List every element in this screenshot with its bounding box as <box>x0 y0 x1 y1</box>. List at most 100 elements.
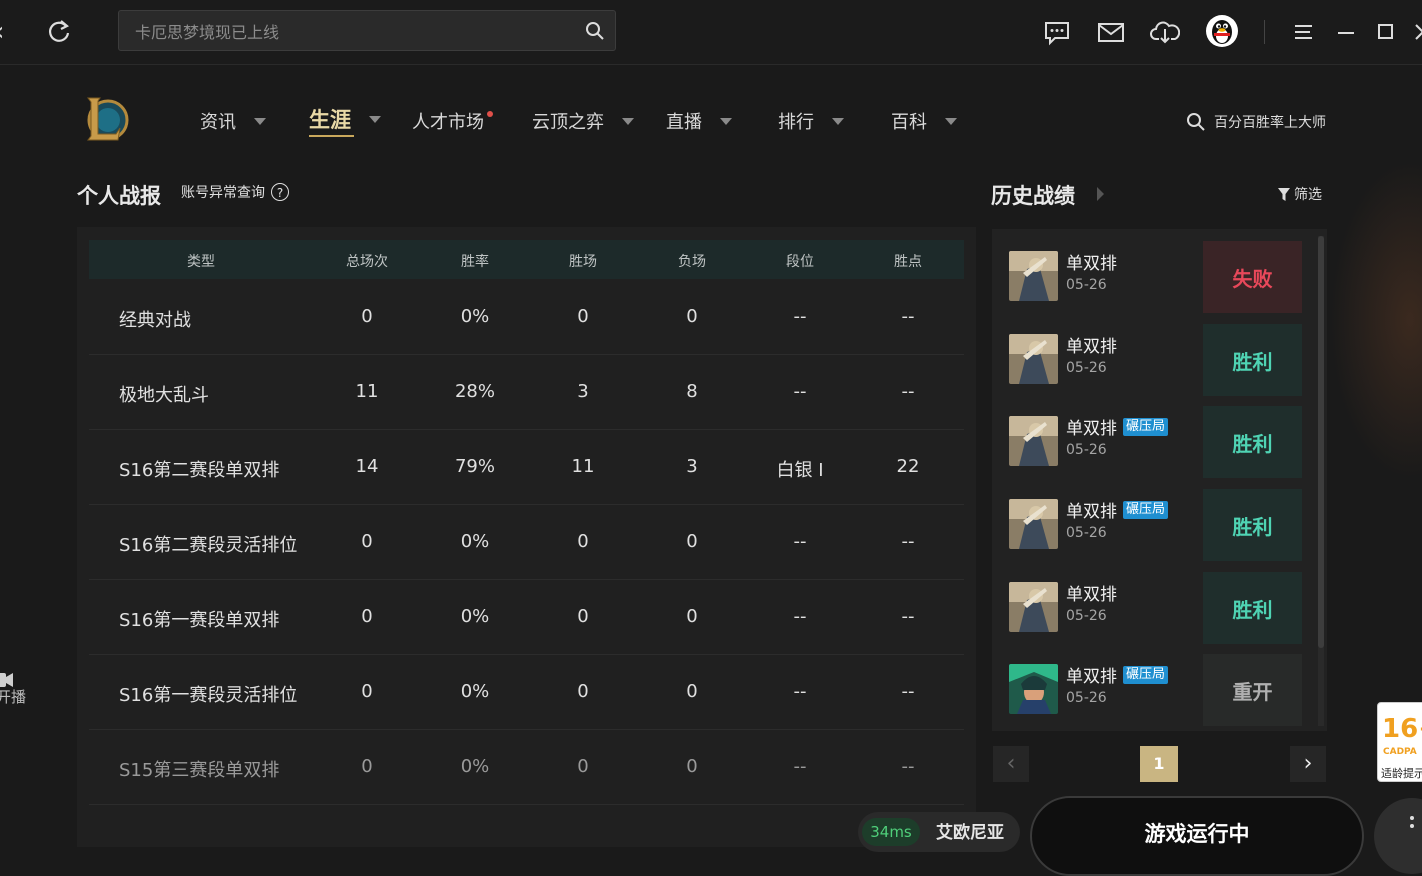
champion-portrait <box>1009 499 1058 549</box>
current-page[interactable]: 1 <box>1140 746 1178 782</box>
cell-type: S16第二赛段灵活排位 <box>119 535 298 556</box>
match-item[interactable]: 单双排 05-26 胜利 <box>1000 324 1302 396</box>
chevron-right-icon[interactable] <box>1097 187 1104 201</box>
nav-tft-label: 云顶之弈 <box>532 112 604 133</box>
stomp-badge: 碾压局 <box>1123 665 1169 684</box>
cell-losses: 3 <box>686 456 698 477</box>
account-abnormal-link[interactable]: 账号异常查询 ? <box>181 182 289 202</box>
cell-type: S15第三赛段单双排 <box>119 760 280 781</box>
dot <box>1410 824 1414 828</box>
more-options-button[interactable] <box>1374 798 1422 874</box>
match-mode-label: 单双排 <box>1066 254 1117 274</box>
match-mode: 单双排 <box>1066 580 1117 605</box>
chat-icon[interactable] <box>1042 17 1072 47</box>
server-status[interactable]: 34ms 艾欧尼亚 <box>858 812 1020 852</box>
champion-portrait <box>1009 664 1058 714</box>
nav-tft[interactable]: 云顶之弈 <box>532 106 634 136</box>
age-rating-org: CADPA <box>1383 747 1417 757</box>
nav-talent-market[interactable]: 人才市场 <box>412 106 484 136</box>
stomp-badge: 碾压局 <box>1123 417 1169 436</box>
cell-winrate: 0% <box>460 306 490 327</box>
chevron-down-icon <box>720 117 732 125</box>
table-row[interactable]: S16第一赛段灵活排位 0 0% 0 0 -- -- <box>89 654 964 730</box>
table-row[interactable]: 极地大乱斗 11 28% 3 8 -- -- <box>89 354 964 430</box>
cell-rank: -- <box>793 756 807 777</box>
table-row[interactable]: 经典对战 0 0% 0 0 -- -- <box>89 279 964 355</box>
global-search[interactable] <box>118 10 616 51</box>
cell-wins: 0 <box>577 756 589 777</box>
nav-career[interactable]: 生涯 <box>309 104 381 137</box>
ping-value: 34ms <box>862 818 920 846</box>
minimize-icon[interactable] <box>1331 17 1361 47</box>
search-input[interactable] <box>133 19 577 45</box>
cell-total: 0 <box>361 606 373 627</box>
download-icon[interactable] <box>1150 17 1180 47</box>
cell-winrate: 0% <box>460 756 490 777</box>
col-lp: 胜点 <box>894 254 922 270</box>
match-mode: 单双排 碾压局 <box>1066 662 1169 687</box>
table-row[interactable]: S16第二赛段灵活排位 0 0% 0 0 -- -- <box>89 504 964 580</box>
close-icon[interactable] <box>1408 17 1422 47</box>
match-mode-label: 单双排 <box>1066 502 1117 522</box>
match-item[interactable]: 单双排 碾压局 05-26 胜利 <box>1000 489 1302 561</box>
refresh-icon[interactable] <box>44 17 74 47</box>
nav-news[interactable]: 资讯 <box>200 106 266 136</box>
nav-talent-label: 人才市场 <box>412 112 484 133</box>
cell-type: S16第二赛段单双排 <box>119 460 280 481</box>
game-running-button[interactable]: 游戏运行中 <box>1030 796 1364 876</box>
age-rating-badge: 16+ CADPA 适龄提示 <box>1377 702 1422 782</box>
history-title[interactable]: 历史战绩 <box>991 180 1075 210</box>
match-item[interactable]: 单双排 05-26 失败 <box>1000 241 1302 313</box>
cell-lp: 22 <box>896 456 920 477</box>
go-live-label[interactable]: 开播 <box>0 686 26 707</box>
dot <box>1410 816 1414 820</box>
table-row[interactable]: S15第三赛段单双排 0 0% 0 0 -- -- <box>89 729 964 805</box>
lol-logo[interactable] <box>82 92 130 146</box>
cell-wins: 3 <box>577 381 589 402</box>
cell-type: S16第一赛段灵活排位 <box>119 685 298 706</box>
restore-icon[interactable] <box>1371 17 1401 47</box>
prev-page-button[interactable]: ‹ <box>993 746 1029 782</box>
cell-lp: -- <box>901 606 915 627</box>
age-rating-tip: 适龄提示 <box>1381 767 1422 780</box>
game-running-label: 游戏运行中 <box>1144 822 1250 846</box>
cell-losses: 8 <box>686 381 698 402</box>
nav-live[interactable]: 直播 <box>666 106 732 136</box>
table-row[interactable]: S16第二赛段单双排 14 79% 11 3 白银 Ⅰ 22 <box>89 429 964 505</box>
nav-live-label: 直播 <box>666 112 702 133</box>
nav-search[interactable]: 百分百胜率上大师 <box>1186 110 1326 134</box>
nav-wiki[interactable]: 百科 <box>891 106 957 136</box>
cell-wins: 11 <box>571 456 595 477</box>
cell-rank: -- <box>793 606 807 627</box>
nav-active-underline <box>309 135 354 137</box>
match-result: 胜利 <box>1203 489 1302 561</box>
match-date: 05-26 <box>1066 690 1107 706</box>
table-row[interactable]: S16第一赛段单双排 0 0% 0 0 -- -- <box>89 579 964 655</box>
filter-button[interactable]: 筛选 <box>1278 184 1322 204</box>
match-mode-label: 单双排 <box>1066 667 1117 687</box>
back-icon[interactable]: ‹ <box>0 18 18 46</box>
match-item[interactable]: 单双排 05-26 胜利 <box>1000 572 1302 644</box>
menu-icon[interactable] <box>1290 17 1320 47</box>
account-abnormal-label: 账号异常查询 <box>181 185 265 201</box>
next-page-button[interactable]: › <box>1290 746 1326 782</box>
user-avatar[interactable] <box>1206 15 1238 47</box>
cell-lp: -- <box>901 756 915 777</box>
match-date: 05-26 <box>1066 277 1107 293</box>
col-total: 总场次 <box>346 254 388 270</box>
match-mode-label: 单双排 <box>1066 419 1117 439</box>
mail-icon[interactable] <box>1096 17 1126 47</box>
history-scroll-thumb[interactable] <box>1318 236 1324 648</box>
qq-penguin-icon <box>1212 20 1232 44</box>
cell-total: 0 <box>361 306 373 327</box>
match-item[interactable]: 单双排 碾压局 05-26 重开 <box>1000 654 1302 726</box>
col-winrate: 胜率 <box>461 254 489 270</box>
title-bar: ‹ <box>0 0 1422 65</box>
match-item[interactable]: 单双排 碾压局 05-26 胜利 <box>1000 406 1302 478</box>
search-icon[interactable] <box>585 21 605 41</box>
cell-losses: 0 <box>686 681 698 702</box>
nav-ranking[interactable]: 排行 <box>778 106 844 136</box>
stats-table: 类型 总场次 胜率 胜场 负场 段位 胜点 经典对战 0 0% 0 0 -- -… <box>77 227 976 847</box>
help-icon[interactable]: ? <box>271 183 289 201</box>
background-glow <box>1330 160 1422 480</box>
